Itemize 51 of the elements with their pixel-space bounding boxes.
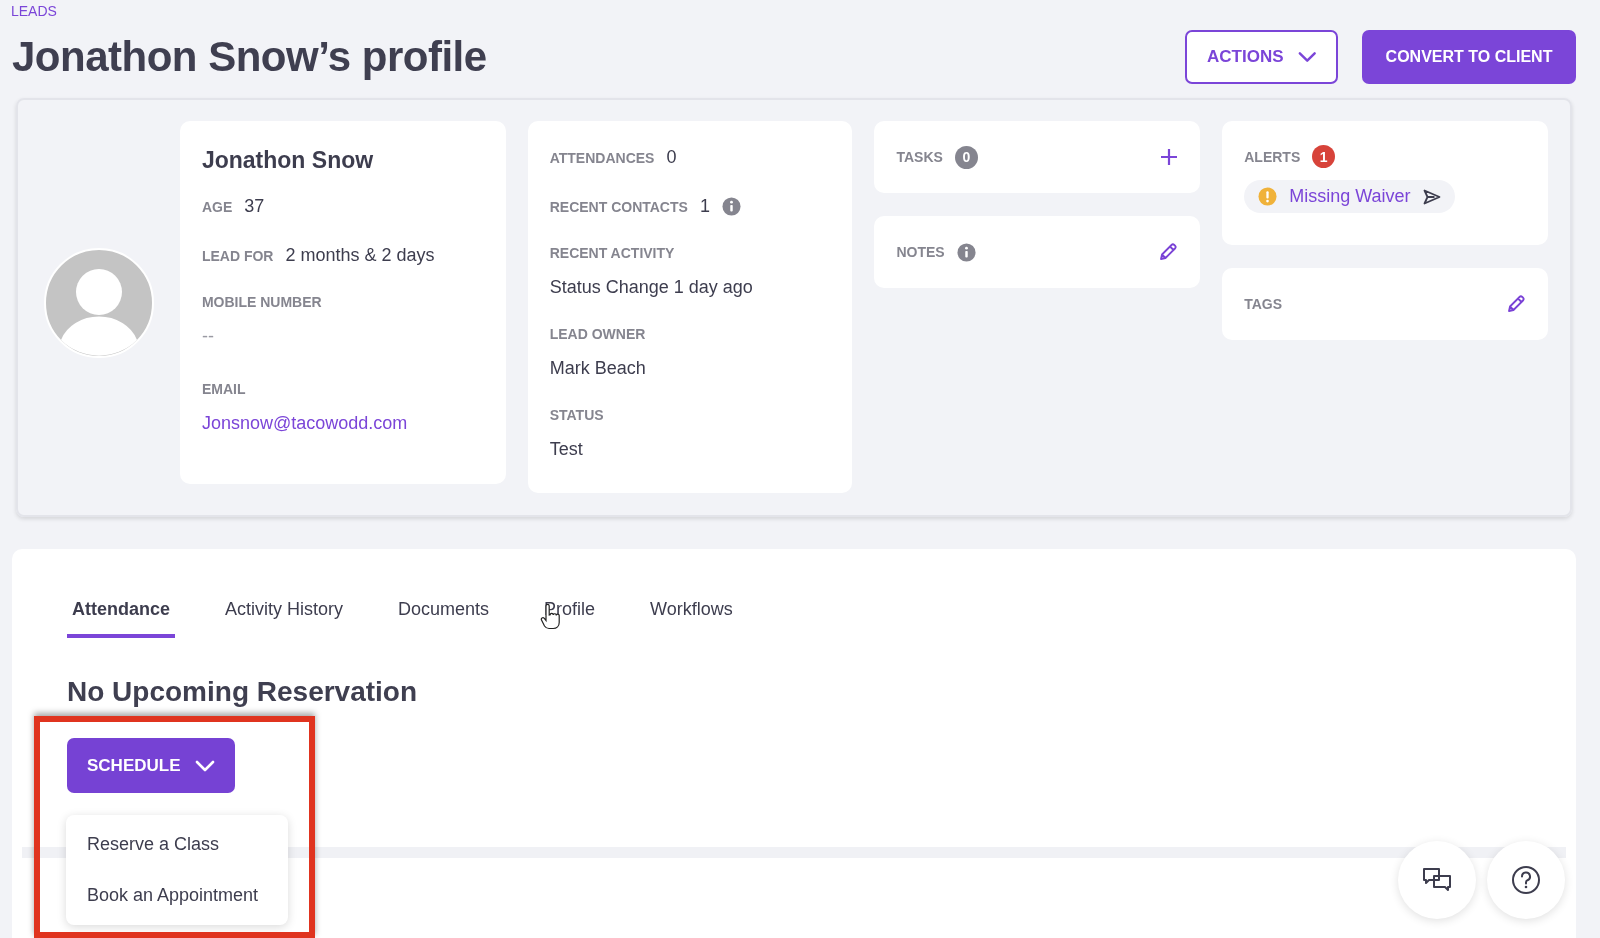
menu-item[interactable]: Reserve a Class bbox=[66, 819, 288, 870]
field-label: RECENT ACTIVITY bbox=[549, 245, 676, 261]
tasks-label: TASKS bbox=[896, 149, 943, 165]
field-value: Mark Beach bbox=[549, 358, 647, 379]
field-label: AGE bbox=[201, 198, 233, 215]
field-value: 0 bbox=[666, 147, 677, 168]
avatar-icon bbox=[43, 247, 154, 358]
field-value: Test bbox=[549, 439, 584, 460]
section-heading: No Upcoming Reservation bbox=[67, 676, 419, 708]
notes-label: NOTES bbox=[896, 244, 945, 260]
field-value: 1 bbox=[699, 196, 710, 217]
menu-item[interactable]: Book an Appointment bbox=[66, 870, 288, 921]
pencil-icon[interactable] bbox=[1506, 294, 1526, 314]
page-title: Jonathon Snow’s profile bbox=[12, 33, 488, 81]
field-label: RECENT CONTACTS bbox=[549, 198, 688, 215]
chevron-icon bbox=[194, 759, 215, 772]
alerts-label: ALERTS bbox=[1244, 148, 1301, 165]
contact-name: Jonathon Snow bbox=[201, 147, 375, 174]
tags-label: TAGS bbox=[1244, 296, 1283, 312]
field-value: -- bbox=[201, 326, 215, 347]
field-label: EMAIL bbox=[201, 381, 247, 397]
tab[interactable]: Workflows bbox=[645, 599, 738, 638]
field-value: Status Change 1 day ago bbox=[549, 277, 754, 298]
tab[interactable]: Documents bbox=[393, 599, 495, 638]
plus-icon[interactable] bbox=[1160, 148, 1179, 166]
field-label: STATUS bbox=[549, 407, 605, 423]
alert-chip[interactable]: Missing Waiver bbox=[1244, 180, 1455, 213]
actions-button[interactable]: ACTIONS bbox=[1185, 30, 1338, 84]
chevron-icon bbox=[1297, 51, 1316, 63]
help-icon bbox=[1511, 865, 1541, 895]
field-label: MOBILE NUMBER bbox=[201, 294, 323, 310]
pencil-icon[interactable] bbox=[1158, 242, 1179, 262]
tab[interactable]: Activity History bbox=[220, 599, 349, 638]
tab[interactable]: Attendance bbox=[67, 599, 175, 638]
field-value: 37 bbox=[244, 196, 265, 217]
info-icon[interactable] bbox=[721, 197, 741, 216]
info-icon[interactable] bbox=[956, 242, 976, 262]
count-badge: 1 bbox=[1312, 145, 1336, 168]
field-label: ATTENDANCES bbox=[549, 149, 655, 166]
field-label: LEAD OWNER bbox=[549, 326, 647, 342]
field-value: 2 months & 2 days bbox=[285, 245, 435, 266]
schedule-button[interactable]: SCHEDULE bbox=[67, 738, 235, 793]
send-icon[interactable] bbox=[1422, 188, 1441, 205]
email-link[interactable]: Jonsnow@tacowodd.com bbox=[201, 413, 484, 434]
alert-text: Missing Waiver bbox=[1289, 186, 1411, 207]
convert-button[interactable]: CONVERT TO CLIENT bbox=[1362, 30, 1576, 84]
breadcrumb-link[interactable]: LEADS bbox=[11, 3, 57, 20]
warning-icon bbox=[1258, 187, 1278, 206]
field-label: LEAD FOR bbox=[201, 247, 274, 264]
chat-icon bbox=[1422, 867, 1452, 893]
count-badge: 0 bbox=[954, 145, 978, 169]
